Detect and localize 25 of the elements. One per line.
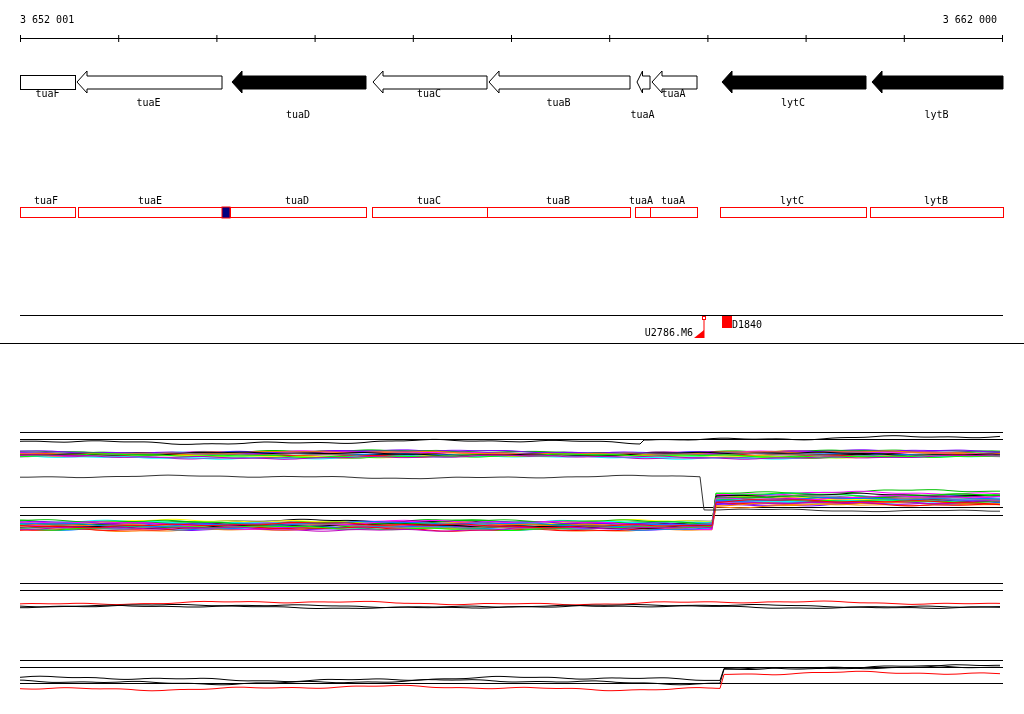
feature-label: tuaA (628, 195, 654, 206)
feature-label: tuaF (33, 195, 59, 206)
marker-square-icon (722, 316, 732, 328)
gene-label: tuaB (546, 97, 571, 108)
coordinate-label: 3 662 000 (942, 14, 997, 25)
gene-label: tuaE (136, 97, 161, 108)
marker-flag-icon (694, 316, 706, 339)
feature-box (20, 207, 76, 218)
feature-label: tuaA (660, 195, 686, 206)
feature-label: tuaE (137, 195, 163, 206)
marker-label: D1840 (732, 319, 763, 330)
gene-label: tuaD (285, 109, 311, 120)
feature-label: lytB (923, 195, 949, 206)
gene-label: tuaC (416, 88, 442, 99)
feature-label: tuaB (545, 195, 571, 206)
feature-label: tuaD (284, 195, 310, 206)
marker-label: U2786.M6 (644, 327, 693, 338)
feature-label: lytC (779, 195, 805, 206)
feature-label: tuaC (416, 195, 442, 206)
feature-marker-icon (221, 206, 231, 219)
gene-label: tuaA (661, 88, 686, 99)
gene-label: lytB (924, 109, 949, 120)
gene-label: tuaA (630, 109, 655, 120)
gene-label: lytC (780, 97, 806, 108)
coordinate-label: 3 652 001 (20, 14, 75, 25)
